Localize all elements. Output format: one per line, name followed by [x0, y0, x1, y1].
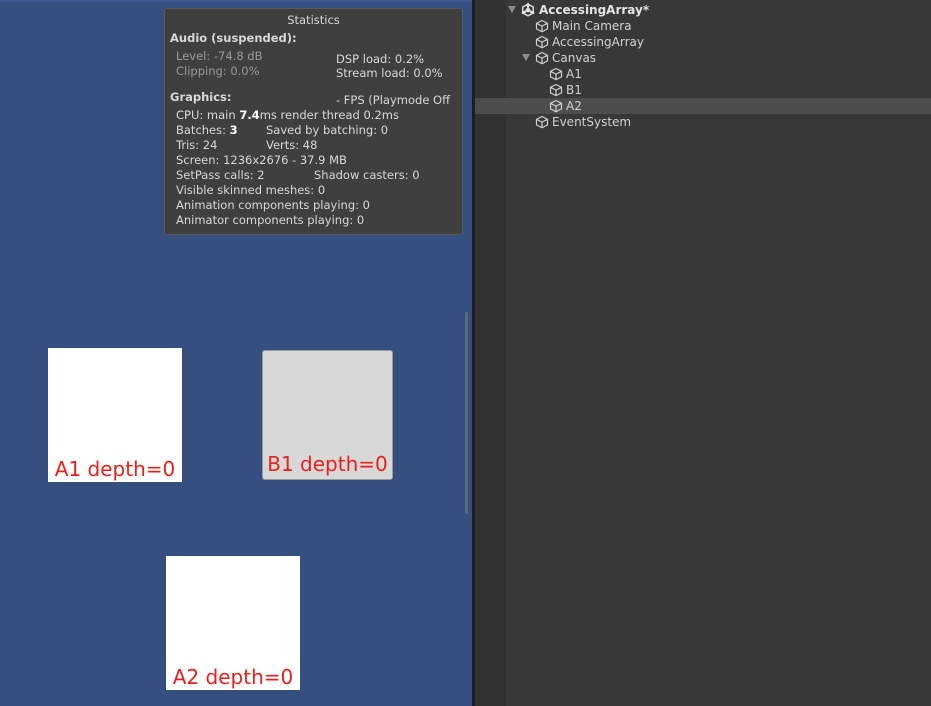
graphics-header: Graphics: [170, 90, 232, 104]
hierarchy-item-a1[interactable]: A1 [475, 66, 931, 82]
cpu-readout: CPU: main 7.4ms render thread 0.2ms [176, 108, 399, 122]
gameobject-cube-icon [549, 83, 563, 97]
hierarchy-item-label: A2 [566, 99, 582, 113]
scene-name: AccessingArray* [539, 3, 650, 17]
saved-by-batching: Saved by batching: 0 [266, 123, 389, 137]
hierarchy-item-label: Main Camera [552, 19, 632, 33]
animator-components: Animator components playing: 0 [176, 213, 365, 227]
hierarchy-item-event-system[interactable]: EventSystem [475, 114, 931, 130]
a2-label: A2 depth=0 [172, 665, 294, 689]
expand-arrow-icon[interactable] [522, 54, 530, 61]
fps-readout: - FPS (Playmode Off [336, 93, 451, 107]
ui-box-a2[interactable]: A2 depth=0 [166, 556, 300, 690]
hierarchy-item-label: Canvas [552, 51, 597, 65]
hierarchy-item-label: AccessingArray [552, 35, 644, 49]
statistics-panel: Statistics Audio (suspended): Level: -74… [164, 8, 463, 235]
game-view[interactable]: Statistics Audio (suspended): Level: -74… [0, 0, 472, 706]
setpass-calls: SetPass calls: 2 [176, 168, 265, 182]
screen-readout: Screen: 1236x2676 - 37.9 MB [176, 153, 347, 167]
hierarchy-item-a2[interactable]: A2 [475, 98, 931, 114]
shadow-casters: Shadow casters: 0 [314, 168, 420, 182]
dsp-load: DSP load: 0.2% [336, 52, 425, 66]
tris-readout: Tris: 24 [176, 138, 218, 152]
ui-box-b1[interactable]: B1 depth=0 [262, 350, 393, 480]
cpu-main-value: 7.4 [239, 108, 260, 122]
hierarchy-item-b1[interactable]: B1 [475, 82, 931, 98]
game-view-scrollbar[interactable] [465, 312, 468, 514]
batches-value: 3 [229, 123, 238, 137]
gameobject-cube-icon [535, 51, 549, 65]
hierarchy-item-label: B1 [566, 83, 582, 97]
visible-skinned-meshes: Visible skinned meshes: 0 [176, 183, 326, 197]
stream-load: Stream load: 0.0% [336, 66, 443, 80]
a1-label: A1 depth=0 [54, 457, 176, 481]
audio-clipping: Clipping: 0.0% [176, 64, 260, 78]
b1-label: B1 depth=0 [267, 452, 388, 476]
hierarchy-item-label: A1 [566, 67, 582, 81]
gameobject-cube-icon [549, 99, 563, 113]
hierarchy-item-label: EventSystem [552, 115, 632, 129]
hierarchy-item-accessing-array[interactable]: AccessingArray [475, 34, 931, 50]
audio-header: Audio (suspended): [170, 31, 297, 45]
gameobject-cube-icon [535, 35, 549, 49]
hierarchy-panel: AccessingArray* Main Camera AccessingArr… [475, 0, 931, 706]
unity-scene-icon [521, 3, 535, 17]
gameobject-cube-icon [535, 115, 549, 129]
hierarchy-item-main-camera[interactable]: Main Camera [475, 18, 931, 34]
gameobject-cube-icon [535, 19, 549, 33]
verts-readout: Verts: 48 [266, 138, 318, 152]
gameobject-cube-icon [549, 67, 563, 81]
animation-components: Animation components playing: 0 [176, 198, 370, 212]
hierarchy-scene-row[interactable]: AccessingArray* [475, 2, 931, 18]
hierarchy-item-canvas[interactable]: Canvas [475, 50, 931, 66]
expand-arrow-icon[interactable] [508, 6, 516, 13]
ui-box-a1[interactable]: A1 depth=0 [48, 348, 182, 482]
audio-level: Level: -74.8 dB [176, 49, 263, 63]
statistics-title: Statistics [287, 13, 340, 27]
batches-readout: Batches: 3 [176, 123, 238, 137]
game-view-top-border [0, 0, 472, 2]
